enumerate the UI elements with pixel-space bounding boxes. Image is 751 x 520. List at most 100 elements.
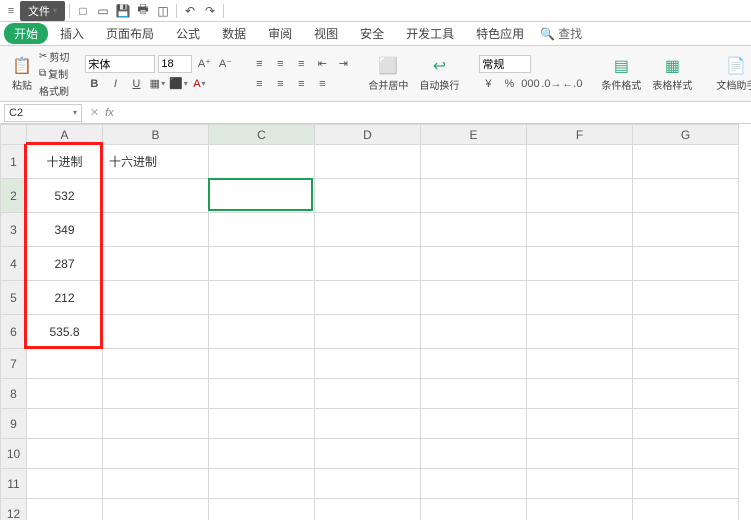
app-menu-icon[interactable]: ≡: [4, 4, 18, 18]
indent-increase-icon[interactable]: ⇥: [334, 55, 352, 73]
row-header-6[interactable]: 6: [1, 315, 27, 349]
cell-D11[interactable]: [315, 469, 421, 499]
column-header-B[interactable]: B: [103, 125, 209, 145]
cell-C7[interactable]: [209, 349, 315, 379]
cell-F12[interactable]: [527, 499, 633, 520]
cell-A8[interactable]: [27, 379, 103, 409]
cell-C8[interactable]: [209, 379, 315, 409]
cell-D5[interactable]: [315, 281, 421, 315]
tab-insert[interactable]: 插入: [50, 22, 94, 45]
row-header-7[interactable]: 7: [1, 349, 27, 379]
print-icon[interactable]: 🖶: [134, 2, 152, 20]
cell-G6[interactable]: [633, 315, 739, 349]
column-header-G[interactable]: G: [633, 125, 739, 145]
cell-B9[interactable]: [103, 409, 209, 439]
cancel-formula-icon[interactable]: ✕: [90, 106, 99, 119]
cell-G10[interactable]: [633, 439, 739, 469]
save-icon[interactable]: 💾: [114, 2, 132, 20]
cell-G9[interactable]: [633, 409, 739, 439]
cell-D4[interactable]: [315, 247, 421, 281]
tab-special[interactable]: 特色应用: [466, 22, 534, 45]
increase-decimal-icon[interactable]: .0→: [542, 75, 560, 93]
cell-A10[interactable]: [27, 439, 103, 469]
cell-A7[interactable]: [27, 349, 103, 379]
cell-A4[interactable]: 287: [27, 247, 103, 281]
cell-B8[interactable]: [103, 379, 209, 409]
font-name-combo[interactable]: [85, 55, 155, 73]
cell-B3[interactable]: [103, 213, 209, 247]
cell-C12[interactable]: [209, 499, 315, 520]
cell-C3[interactable]: [209, 213, 315, 247]
redo-icon[interactable]: ↷: [201, 2, 219, 20]
decrease-font-icon[interactable]: A⁻: [216, 55, 234, 73]
number-format-combo[interactable]: [479, 55, 531, 73]
cell-D6[interactable]: [315, 315, 421, 349]
cell-C5[interactable]: [209, 281, 315, 315]
indent-decrease-icon[interactable]: ⇤: [313, 55, 331, 73]
row-header-1[interactable]: 1: [1, 145, 27, 179]
tab-security[interactable]: 安全: [350, 22, 394, 45]
cell-E6[interactable]: [421, 315, 527, 349]
cell-G12[interactable]: [633, 499, 739, 520]
open-file-icon[interactable]: ▭: [94, 2, 112, 20]
search-button[interactable]: 🔍 查找: [540, 25, 582, 42]
cell-D8[interactable]: [315, 379, 421, 409]
column-header-C[interactable]: C: [209, 125, 315, 145]
column-header-A[interactable]: A: [27, 125, 103, 145]
align-middle-icon[interactable]: ≡: [271, 55, 289, 73]
cell-A2[interactable]: 532: [27, 179, 103, 213]
cell-F2[interactable]: [527, 179, 633, 213]
cell-A3[interactable]: 349: [27, 213, 103, 247]
cell-G3[interactable]: [633, 213, 739, 247]
cell-D9[interactable]: [315, 409, 421, 439]
cell-E8[interactable]: [421, 379, 527, 409]
tab-home[interactable]: 开始: [4, 23, 48, 44]
cell-F5[interactable]: [527, 281, 633, 315]
cell-C1[interactable]: [209, 145, 315, 179]
conditional-format-button[interactable]: ▤ 条件格式: [597, 54, 645, 94]
align-left-icon[interactable]: ≡: [250, 75, 268, 93]
tab-view[interactable]: 视图: [304, 22, 348, 45]
cell-F10[interactable]: [527, 439, 633, 469]
cell-E12[interactable]: [421, 499, 527, 520]
row-header-5[interactable]: 5: [1, 281, 27, 315]
cell-B1[interactable]: 十六进制: [103, 145, 209, 179]
copy-button[interactable]: ⧉复制: [39, 66, 69, 81]
spreadsheet-grid[interactable]: ABCDEFG 1十进制十六进制25323349428752126535.878…: [0, 124, 751, 520]
fx-icon[interactable]: fx: [105, 107, 114, 119]
file-menu-button[interactable]: 文件 ▾: [20, 1, 65, 21]
wrap-text-button[interactable]: ↩ 自动换行: [415, 54, 463, 94]
bold-icon[interactable]: B: [85, 75, 103, 93]
cell-D12[interactable]: [315, 499, 421, 520]
row-header-11[interactable]: 11: [1, 469, 27, 499]
font-color-icon[interactable]: A▾: [190, 75, 208, 93]
cell-E7[interactable]: [421, 349, 527, 379]
currency-icon[interactable]: ¥: [479, 75, 497, 93]
row-header-12[interactable]: 12: [1, 499, 27, 520]
cell-F1[interactable]: [527, 145, 633, 179]
font-size-combo[interactable]: [158, 55, 192, 73]
cell-D3[interactable]: [315, 213, 421, 247]
cell-B11[interactable]: [103, 469, 209, 499]
cell-A5[interactable]: 212: [27, 281, 103, 315]
border-icon[interactable]: ▦▾: [148, 75, 166, 93]
select-all-corner[interactable]: [1, 125, 27, 145]
cell-F9[interactable]: [527, 409, 633, 439]
tab-formulas[interactable]: 公式: [166, 22, 210, 45]
row-header-3[interactable]: 3: [1, 213, 27, 247]
percent-icon[interactable]: %: [500, 75, 518, 93]
cell-G1[interactable]: [633, 145, 739, 179]
tab-review[interactable]: 审阅: [258, 22, 302, 45]
cell-A11[interactable]: [27, 469, 103, 499]
tab-developer[interactable]: 开发工具: [396, 22, 464, 45]
cell-E5[interactable]: [421, 281, 527, 315]
cell-E9[interactable]: [421, 409, 527, 439]
cell-F6[interactable]: [527, 315, 633, 349]
cell-B12[interactable]: [103, 499, 209, 520]
new-file-icon[interactable]: □: [74, 2, 92, 20]
cell-E4[interactable]: [421, 247, 527, 281]
cell-E2[interactable]: [421, 179, 527, 213]
cell-E11[interactable]: [421, 469, 527, 499]
column-header-D[interactable]: D: [315, 125, 421, 145]
formula-input[interactable]: [120, 104, 751, 122]
